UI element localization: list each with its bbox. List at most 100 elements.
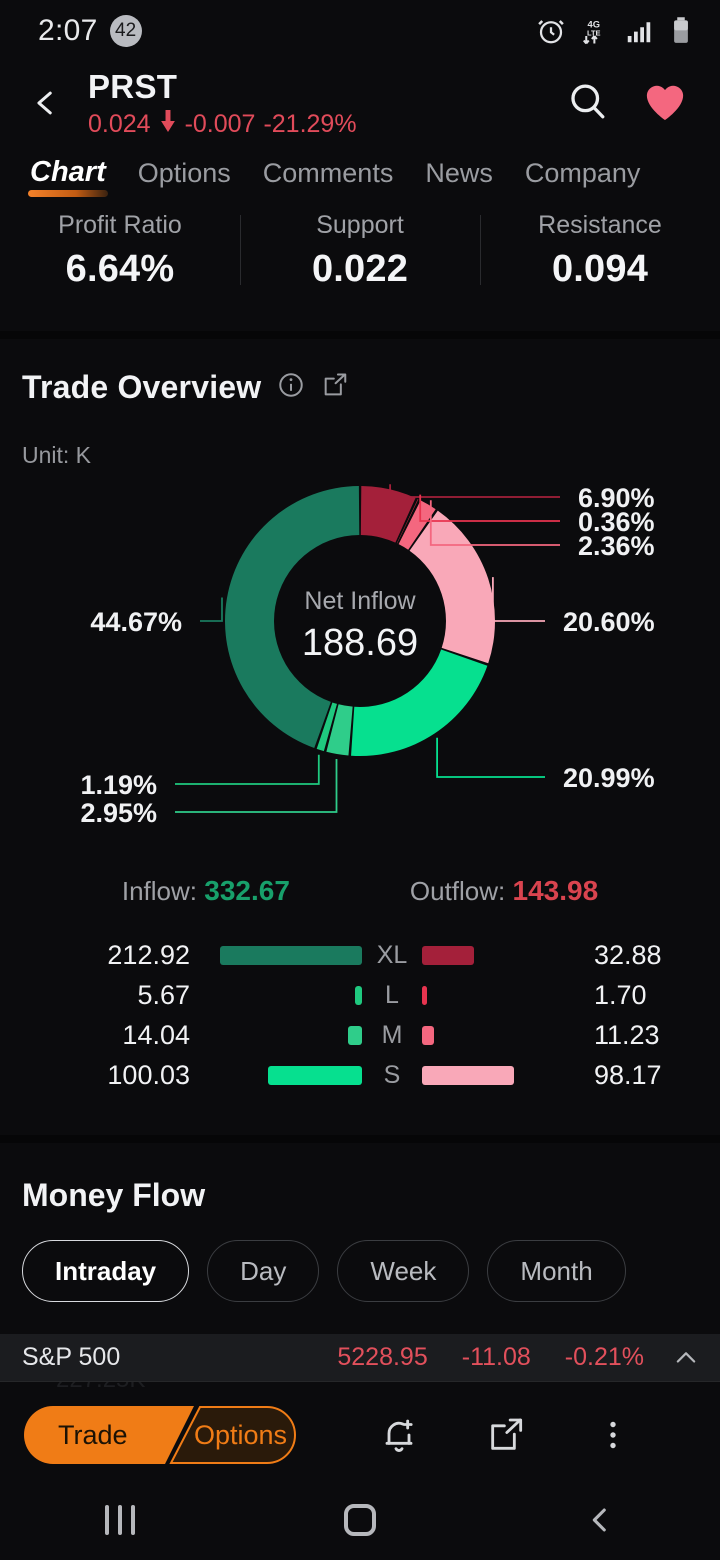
index-name: S&P 500 [22,1343,121,1371]
system-nav-bar [0,1480,720,1560]
section-tabs: Chart Options Comments News Company [0,144,720,201]
index-change-percent: -0.21% [564,1343,644,1371]
notification-count-badge: 42 [109,15,142,47]
inflow-amount: 100.03 [107,1059,190,1090]
status-bar-right: 4G LTE [536,16,694,46]
chip-day[interactable]: Day [207,1240,320,1302]
stat-profit-ratio[interactable]: Profit Ratio 6.64% [0,207,240,295]
money-flow-title: Money Flow [22,1177,206,1213]
home-button[interactable] [305,1485,415,1555]
section-divider-2 [0,1135,720,1143]
index-change: -11.08 [461,1343,531,1371]
status-time: 2:07 [38,14,98,47]
signal-icon [624,16,654,46]
inflow-amount: 212.92 [107,939,190,970]
search-icon [571,83,605,118]
stat-value: 0.022 [311,248,409,290]
chevron-up-icon [676,1351,696,1363]
outflow-bar [422,985,582,1005]
donut-slice-label: 44.67% [90,607,182,637]
unit-label: Unit: K [22,442,92,468]
donut-center-caption: Net Inflow [304,587,416,615]
donut-center-value: 188.69 [302,622,418,664]
tab-news[interactable]: News [409,158,509,201]
recents-button[interactable] [65,1485,175,1555]
share-icon[interactable] [474,1403,538,1467]
info-icon[interactable] [277,371,305,404]
trade-button-label[interactable]: Trade [58,1406,128,1464]
chip-month[interactable]: Month [487,1240,626,1302]
donut-slice-label: 20.99% [563,763,655,793]
bell-plus-icon[interactable] [367,1403,431,1467]
index-expand-button[interactable] [672,1344,700,1372]
donut-slices [224,486,495,756]
donut-slice[interactable] [409,510,495,664]
status-bar: 2:07 42 4G LTE [0,0,720,62]
back-button[interactable] [18,75,74,131]
bottom-action-bar: Trade Options [0,1390,720,1480]
trade-overview-donut-chart[interactable]: 6.90% 0.36% 2.36% 20.60% 20.99% 2.95% 1.19% 44.… [0,469,720,859]
favorite-button[interactable] [642,80,688,127]
flow-bar-row: 100.03 S 98.17 [22,1055,698,1095]
ticker-price: 0.024 [88,109,151,138]
back-icon [592,1508,606,1532]
outflow-bar [422,1065,582,1085]
stat-label: Resistance [538,211,662,239]
ticker-symbol: PRST [88,67,178,105]
trade-overview-section: Trade Overview Unit: K 6.90% 0.36% 2.36% 20… [0,339,720,1135]
ticker-change-percent: -21.29% [263,109,357,138]
trade-options-toggle[interactable]: Trade Options [24,1406,296,1464]
home-icon [344,1504,376,1536]
donut-leader-line [436,737,545,778]
trade-overview-header: Trade Overview [22,369,698,406]
order-size-tag: S [383,1060,401,1089]
more-vertical-icon[interactable] [581,1403,645,1467]
options-button-label[interactable]: Options [194,1406,287,1464]
ticker-quote: 0.024 -0.007 -21.29% [88,109,566,139]
outflow-label: Outflow: [409,876,506,906]
recents-icon [105,1505,135,1535]
tab-active-underline [28,190,108,197]
tab-options[interactable]: Options [122,158,247,201]
donut-leader-line [200,597,223,622]
index-value: 5228.95 [337,1343,428,1371]
money-flow-section: Money Flow Intraday Day Week Month [0,1143,720,1302]
donut-slice-label: 1.19% [80,770,157,800]
app-header: PRST 0.024 -0.007 -21.29% [0,62,720,144]
stat-support[interactable]: Support 0.022 [240,207,480,295]
header-titles: PRST 0.024 -0.007 -21.29% [74,68,566,139]
stat-resistance[interactable]: Resistance 0.094 [480,207,720,295]
order-size-tag: M [381,1020,403,1049]
chip-week[interactable]: Week [337,1240,470,1302]
system-back-button[interactable] [545,1485,655,1555]
section-divider [0,331,720,339]
index-summary-bar[interactable]: S&P 500 5228.95 -11.08 -0.21% [0,1334,720,1382]
down-arrow-icon [159,109,177,139]
donut-svg: 6.90%0.36%2.36%20.60%20.99%2.95%1.19%44.… [80,483,655,828]
search-button[interactable] [566,80,608,127]
donut-slice-label: 20.60% [563,607,655,637]
donut-slice-label: 2.95% [80,798,157,828]
donut-leader-line [389,484,560,498]
chevron-left-icon [37,91,52,115]
action-bar-icons [296,1403,696,1467]
outflow-value: 143.98 [512,875,599,906]
tab-chart[interactable]: Chart [22,156,122,201]
flow-bar-row: 212.92 XL 32.88 [22,935,698,975]
share-icon[interactable] [321,371,349,404]
donut-slice[interactable] [351,649,488,756]
outflow-amount: 98.17 [594,1059,662,1090]
tab-chart-label: Chart [30,156,106,188]
inflow-total: Inflow: 332.67 [122,875,290,907]
tab-comments[interactable]: Comments [247,158,410,201]
inflow-bar [202,1025,362,1045]
stat-value: 6.64% [65,248,175,290]
order-size-tag: L [385,980,399,1009]
trade-overview-title: Trade Overview [22,369,262,405]
order-size-tag: XL [376,940,408,969]
inflow-label: Inflow: [121,876,198,906]
lte-data-icon: 4G LTE [580,16,610,46]
tab-company[interactable]: Company [509,158,657,201]
flow-bar-list: 212.92 XL 32.88 5.67 L 1.70 14.04 M 11.23 100.03 S… [22,935,698,1135]
chip-intraday[interactable]: Intraday [22,1240,190,1302]
